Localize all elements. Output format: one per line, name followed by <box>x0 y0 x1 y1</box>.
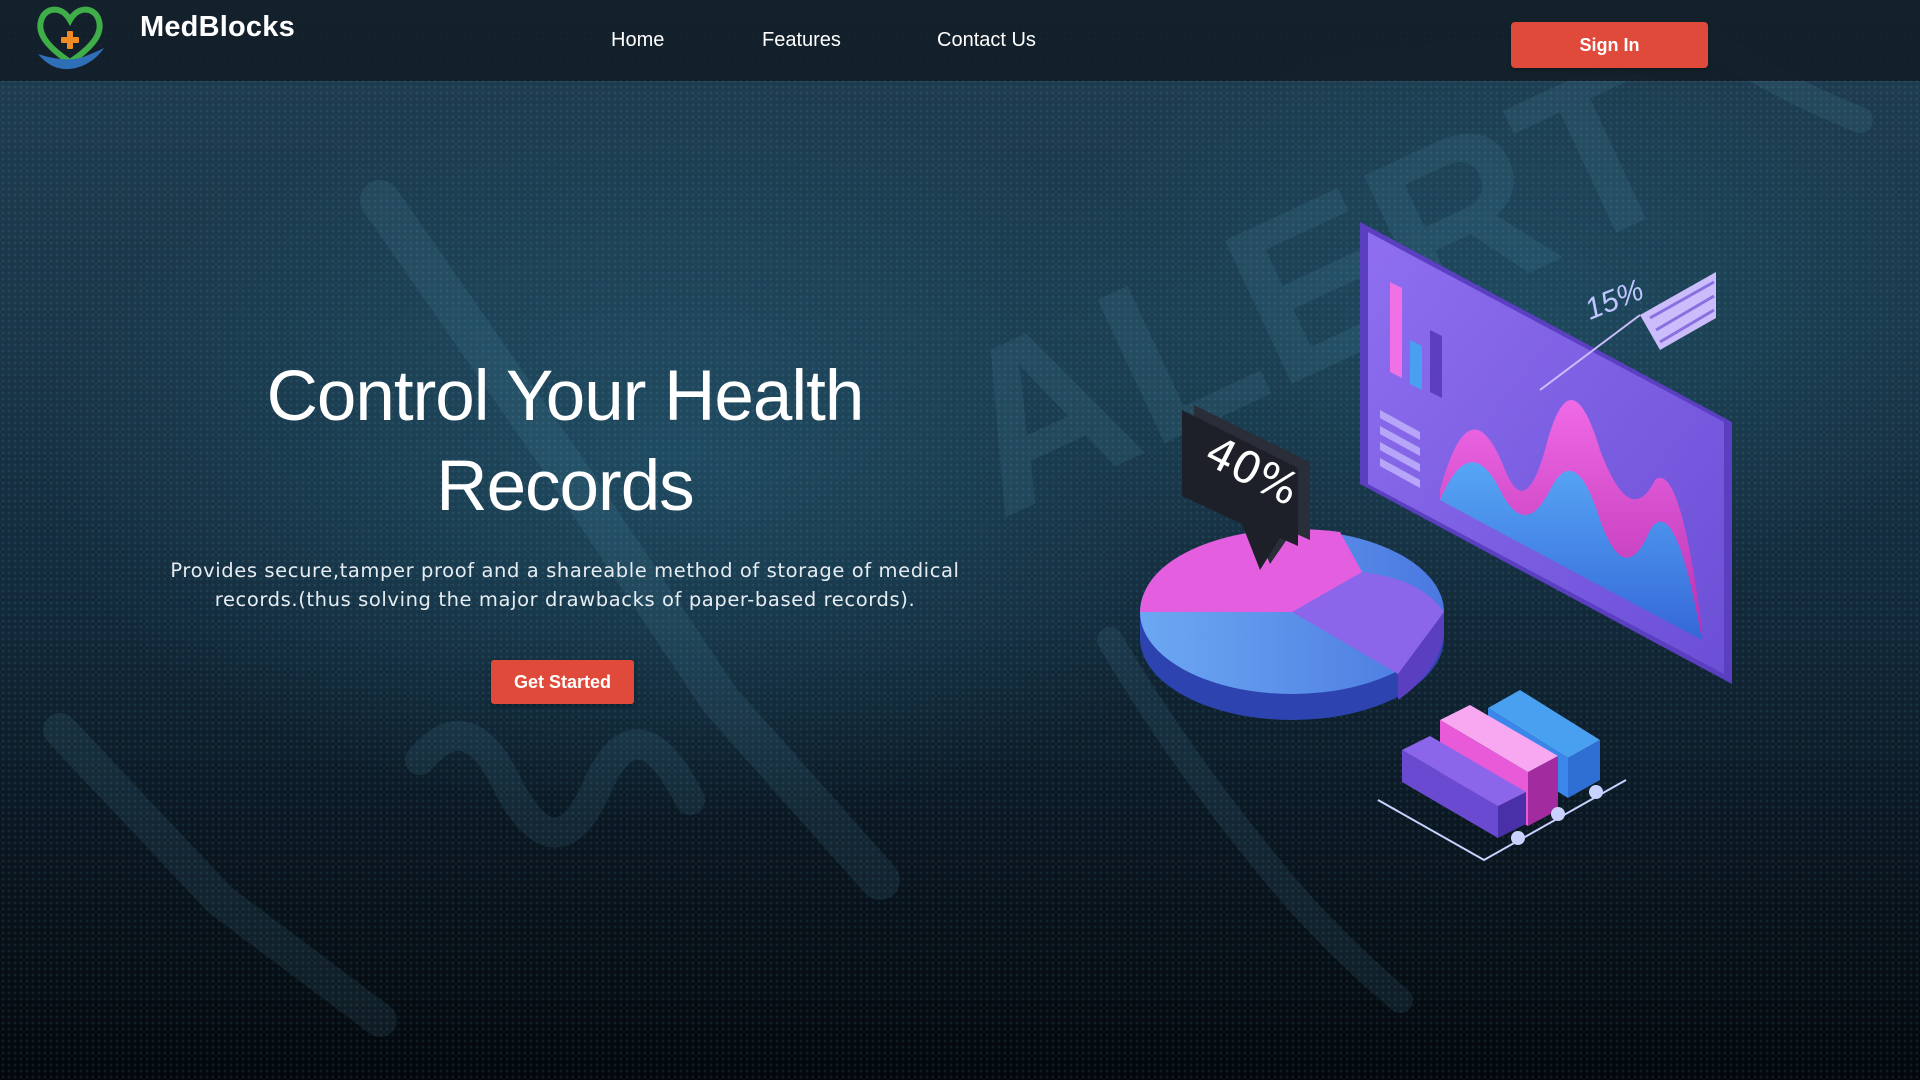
analytics-illustration: 15% 40% <box>1140 222 1732 862</box>
brand-name[interactable]: MedBlocks <box>140 11 295 44</box>
pie-chart <box>1140 529 1444 720</box>
navbar: MedBlocks Home Features Contact Us Sign … <box>0 0 1920 81</box>
sign-in-button[interactable]: Sign In <box>1511 22 1708 68</box>
nav-link-features[interactable]: Features <box>762 29 841 52</box>
hero-title: Control Your Health Records <box>266 357 865 526</box>
heart-hand-logo-icon[interactable] <box>32 2 108 78</box>
get-started-button[interactable]: Get Started <box>491 660 634 704</box>
nav-link-home[interactable]: Home <box>611 29 664 52</box>
bar-chart <box>1377 690 1627 862</box>
nav-link-contact-us[interactable]: Contact Us <box>937 29 1036 52</box>
page: ALERT MedBlocks Home Features Contact Us… <box>0 0 1920 1080</box>
hero-description: Provides secure,tamper proof and a share… <box>170 559 960 611</box>
monitor-badge-label: 15% <box>1580 273 1648 326</box>
